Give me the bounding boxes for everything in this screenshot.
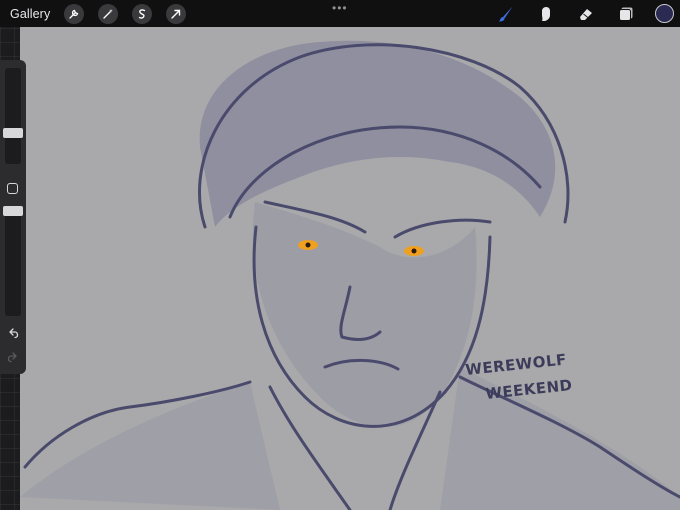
opacity-slider[interactable] <box>5 206 21 316</box>
modify-button[interactable] <box>7 183 18 194</box>
wrench-icon[interactable] <box>64 3 85 24</box>
top-toolbar: Gallery ••• <box>0 0 680 27</box>
drawing-canvas[interactable]: WEREWOLF WEEKEND <box>20 27 680 510</box>
smudge-icon[interactable] <box>535 3 557 25</box>
magic-wand-icon[interactable] <box>98 3 119 24</box>
brush-icon[interactable] <box>495 3 517 25</box>
more-options-dots[interactable]: ••• <box>332 2 348 14</box>
gallery-button[interactable]: Gallery <box>10 7 50 21</box>
active-color-swatch[interactable] <box>655 4 674 23</box>
brush-size-slider[interactable] <box>5 68 21 164</box>
redo-icon[interactable] <box>5 350 21 364</box>
undo-icon[interactable] <box>5 326 21 340</box>
caption-line-werewolf: WEREWOLF <box>465 350 568 379</box>
layers-icon[interactable] <box>615 3 637 25</box>
eraser-icon[interactable] <box>575 3 597 25</box>
transform-arrow-icon[interactable] <box>166 3 187 24</box>
sketch-artwork: WEREWOLF WEEKEND <box>20 40 680 510</box>
right-toolset <box>477 0 680 27</box>
brush-size-thumb[interactable] <box>3 128 23 139</box>
opacity-thumb[interactable] <box>3 206 23 216</box>
caption-line-weekend: WEEKEND <box>485 376 574 403</box>
shading-layer <box>20 40 680 510</box>
selection-icon[interactable] <box>132 3 153 24</box>
side-toolbar <box>0 60 26 374</box>
